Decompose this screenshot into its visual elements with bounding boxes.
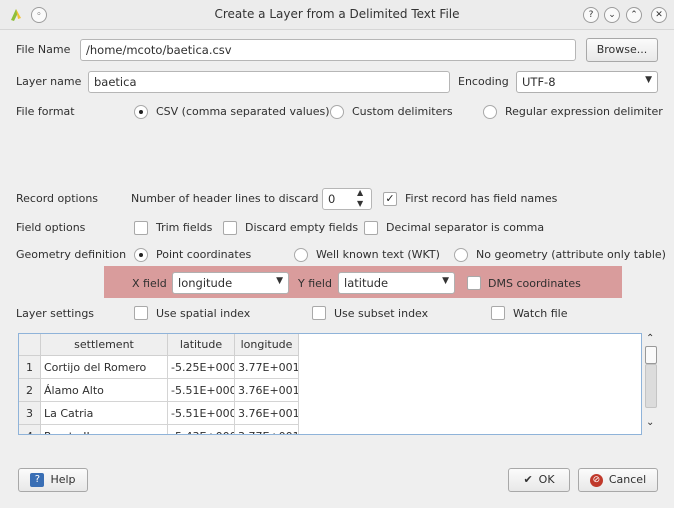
geometry-none-radio[interactable] <box>454 248 468 262</box>
scroll-thumb[interactable] <box>645 346 657 364</box>
column-header-longitude[interactable]: longitude <box>235 334 299 356</box>
watch-file-label: Watch file <box>513 307 568 320</box>
spatial-index-label: Use spatial index <box>156 307 251 320</box>
row-number[interactable]: 1 <box>19 356 41 379</box>
decimal-comma-checkbox[interactable] <box>364 221 378 235</box>
discard-empty-label: Discard empty fields <box>245 221 359 234</box>
dms-label: DMS coordinates <box>488 277 581 290</box>
chevron-down-icon: ▼ <box>442 276 449 286</box>
chevron-down-icon: ▼ <box>645 75 652 85</box>
layer-settings-label: Layer settings <box>16 307 95 320</box>
geometry-point-radio[interactable] <box>134 248 148 262</box>
table-cell[interactable]: Cortijo del Romero <box>41 356 168 379</box>
spin-down-icon[interactable]: ▼ <box>357 199 363 208</box>
geometry-wkt-radio[interactable] <box>294 248 308 262</box>
spatial-index-checkbox[interactable] <box>134 306 148 320</box>
geometry-none-label: No geometry (attribute only table) <box>476 248 666 261</box>
table-cell[interactable]: -5.51E+000 <box>168 379 235 402</box>
file-format-label: File format <box>16 105 75 118</box>
decimal-comma-label: Decimal separator is comma <box>386 221 545 234</box>
format-regex-radio[interactable] <box>483 105 497 119</box>
cancel-icon: ⊘ <box>589 473 603 487</box>
y-field-label: Y field <box>298 277 332 290</box>
ok-button[interactable]: ✔ OK <box>508 468 570 492</box>
format-csv-label: CSV (comma separated values) <box>156 105 330 118</box>
first-record-label: First record has field names <box>405 192 558 205</box>
row-number[interactable]: 2 <box>19 379 41 402</box>
geometry-wkt-label: Well known text (WKT) <box>316 248 440 261</box>
field-options-label: Field options <box>16 221 86 234</box>
format-custom-radio[interactable] <box>330 105 344 119</box>
watch-file-checkbox[interactable] <box>491 306 505 320</box>
header-lines-label: Number of header lines to discard <box>131 192 319 205</box>
table-scrollbar[interactable]: ⌃ ⌄ <box>643 333 659 435</box>
layer-name-input[interactable]: baetica <box>88 71 450 93</box>
format-regex-label: Regular expression delimiter <box>505 105 663 118</box>
help-dialog-button[interactable]: ? Help <box>18 468 88 492</box>
scroll-down-icon[interactable]: ⌄ <box>646 417 654 428</box>
window-title: Create a Layer from a Delimited Text Fil… <box>214 7 460 21</box>
help-button[interactable]: ? <box>583 7 599 23</box>
trim-fields-label: Trim fields <box>156 221 213 234</box>
table-cell[interactable]: Álamo Alto <box>41 379 168 402</box>
column-header-settlement[interactable]: settlement <box>41 334 168 356</box>
table-cell[interactable]: -5.43E+000 <box>168 425 235 434</box>
trim-fields-checkbox[interactable] <box>134 221 148 235</box>
table-cell[interactable]: 3.76E+001 <box>235 402 299 425</box>
layer-name-label: Layer name <box>16 75 82 88</box>
discard-empty-checkbox[interactable] <box>223 221 237 235</box>
scroll-track[interactable] <box>645 364 657 408</box>
checkmark-icon: ✔ <box>523 473 533 486</box>
browse-button[interactable]: Browse... <box>586 38 658 62</box>
subset-index-label: Use subset index <box>334 307 429 320</box>
table-cell[interactable]: -5.51E+000 <box>168 402 235 425</box>
first-record-checkbox[interactable]: ✓ <box>383 192 397 206</box>
table-cell[interactable]: 3.77E+001 <box>235 356 299 379</box>
dms-checkbox[interactable] <box>467 276 481 290</box>
table-cell[interactable]: -5.25E+000 <box>168 356 235 379</box>
table-cell[interactable]: 3.76E+001 <box>235 379 299 402</box>
encoding-select[interactable]: UTF-8 ▼ <box>516 71 658 93</box>
header-lines-value: 0 <box>328 192 336 206</box>
spin-up-icon[interactable]: ▲ <box>357 188 363 197</box>
column-header-latitude[interactable]: latitude <box>168 334 235 356</box>
format-csv-radio[interactable] <box>134 105 148 119</box>
cancel-button-label: Cancel <box>608 473 647 486</box>
row-number[interactable]: 4 <box>19 425 41 434</box>
subset-index-checkbox[interactable] <box>312 306 326 320</box>
table-cell[interactable]: 3.77E+001 <box>235 425 299 434</box>
format-custom-label: Custom delimiters <box>352 105 453 118</box>
shade-button[interactable]: ⌄ <box>604 7 620 23</box>
help-icon: ? <box>30 473 45 487</box>
chevron-down-icon: ▼ <box>276 276 283 286</box>
record-options-label: Record options <box>16 192 99 205</box>
table-corner <box>19 334 41 356</box>
y-field-value: latitude <box>344 276 389 290</box>
sample-data-table[interactable]: settlement latitude longitude 1 Cortijo … <box>18 333 642 435</box>
table-cell[interactable]: Puerto II <box>41 425 168 434</box>
x-field-select[interactable]: longitude ▼ <box>172 272 289 294</box>
help-button-label: Help <box>50 473 76 486</box>
encoding-value: UTF-8 <box>522 75 556 89</box>
row-number[interactable]: 3 <box>19 402 41 425</box>
encoding-label: Encoding <box>458 75 509 88</box>
close-button[interactable]: ✕ <box>651 7 667 23</box>
file-name-label: File Name <box>16 43 71 56</box>
geometry-definition-label: Geometry definition <box>16 248 127 261</box>
x-field-value: longitude <box>178 276 233 290</box>
header-lines-spinbox[interactable]: 0 <box>322 188 372 210</box>
x-field-label: X field <box>132 277 167 290</box>
minimize-button[interactable]: ⌃ <box>626 7 642 23</box>
file-name-input[interactable]: /home/mcoto/baetica.csv <box>80 39 576 61</box>
scroll-up-icon[interactable]: ⌃ <box>646 333 654 344</box>
cancel-button[interactable]: ⊘ Cancel <box>578 468 658 492</box>
geometry-point-label: Point coordinates <box>156 248 252 261</box>
y-field-select[interactable]: latitude ▼ <box>338 272 455 294</box>
ok-button-label: OK <box>538 473 555 486</box>
table-cell[interactable]: La Catria <box>41 402 168 425</box>
